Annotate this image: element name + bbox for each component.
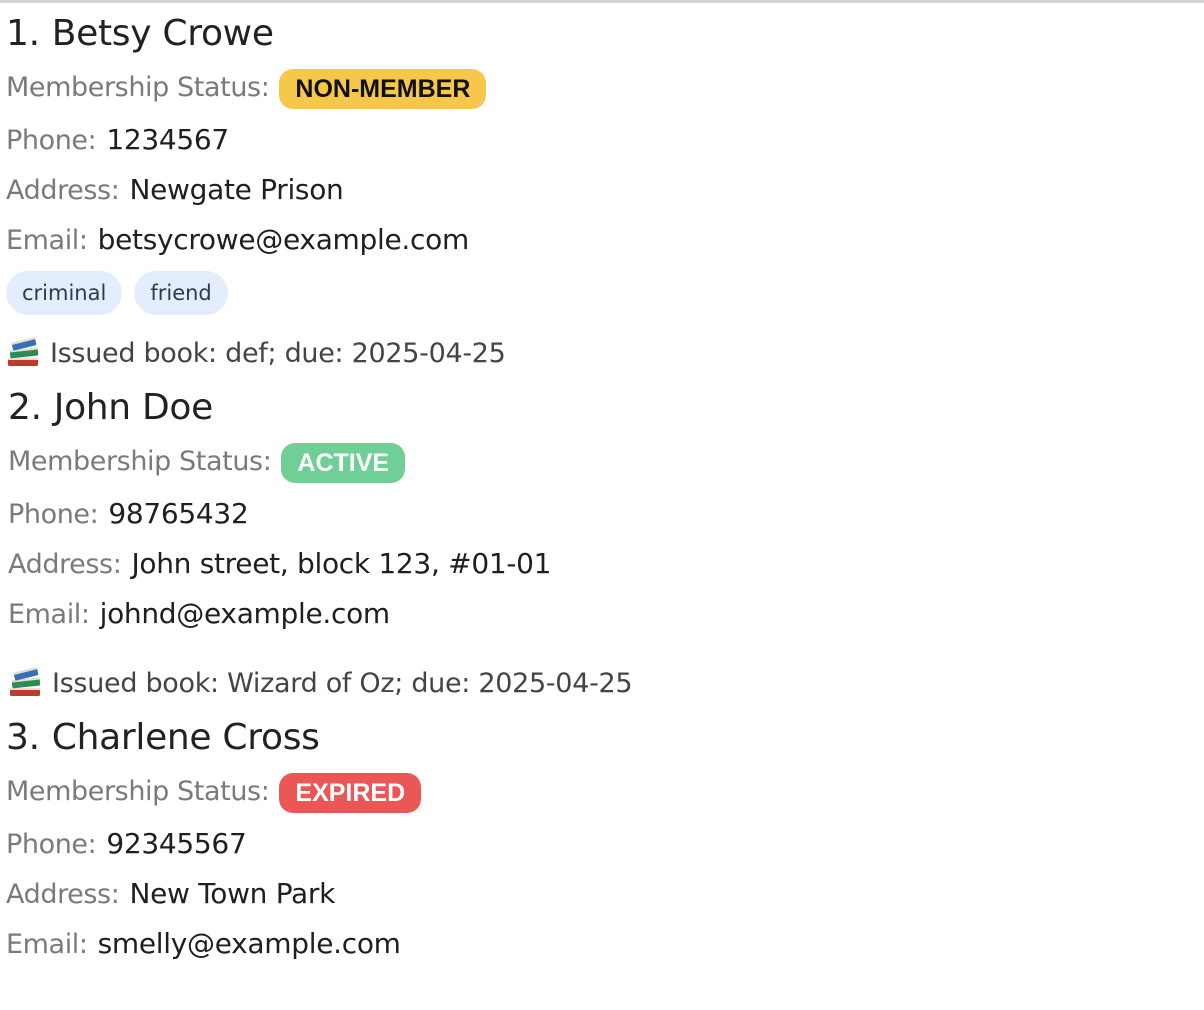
tag-list: criminal friend <box>6 271 240 315</box>
address-label: Address: <box>6 175 120 206</box>
phone-value: 98765432 <box>108 497 249 530</box>
membership-status-row: Membership Status: ACTIVE <box>8 442 406 483</box>
phone-value: 92345567 <box>106 827 247 860</box>
books-icon <box>6 336 40 368</box>
phone-row: Phone: 1234567 <box>6 123 229 157</box>
phone-row: Phone: 92345567 <box>6 827 247 861</box>
person-index: 1. <box>6 13 40 54</box>
email-row: Email: smelly@example.com <box>6 927 401 961</box>
phone-label: Phone: <box>6 829 97 860</box>
email-value: johnd@example.com <box>99 597 391 630</box>
person-name: 2. John Doe <box>8 388 213 428</box>
email-value: smelly@example.com <box>97 927 401 960</box>
email-row: Email: johnd@example.com <box>8 597 390 631</box>
phone-label: Phone: <box>8 499 99 530</box>
phone-row: Phone: 98765432 <box>8 497 249 531</box>
person-name-text: Betsy Crowe <box>51 13 274 54</box>
address-label: Address: <box>8 549 122 580</box>
phone-value: 1234567 <box>106 123 229 156</box>
phone-label: Phone: <box>6 125 97 156</box>
issued-book: Issued book: Wizard of Oz; due: 2025-04-… <box>8 666 633 701</box>
issued-book: Issued book: def; due: 2025-04-25 <box>6 336 506 371</box>
address-row: Address: New Town Park <box>6 877 335 911</box>
person-index: 2. <box>8 387 42 428</box>
person-name: 3. Charlene Cross <box>6 718 320 758</box>
person-index: 3. <box>6 717 40 758</box>
membership-status-label: Membership Status: <box>6 776 270 807</box>
address-value: New Town Park <box>129 877 336 910</box>
email-label: Email: <box>6 225 88 256</box>
membership-status-label: Membership Status: <box>6 72 270 103</box>
email-label: Email: <box>8 599 90 630</box>
email-row: Email: betsycrowe@example.com <box>6 223 469 257</box>
address-label: Address: <box>6 879 120 910</box>
person-name: 1. Betsy Crowe <box>6 14 274 54</box>
status-badge: EXPIRED <box>279 772 422 813</box>
issued-book-text: Issued book: Wizard of Oz; due: 2025-04-… <box>52 668 633 699</box>
books-icon <box>8 666 42 698</box>
membership-status-label: Membership Status: <box>8 446 272 477</box>
address-value: John street, block 123, #01-01 <box>131 547 552 580</box>
person-name-text: Charlene Cross <box>51 717 320 758</box>
tag-chip: friend <box>134 271 228 315</box>
person-name-text: John Doe <box>53 387 214 428</box>
membership-status-row: Membership Status: NON-MEMBER <box>6 68 487 109</box>
membership-status-row: Membership Status: EXPIRED <box>6 772 422 813</box>
address-row: Address: John street, block 123, #01-01 <box>8 547 551 581</box>
email-label: Email: <box>6 929 88 960</box>
status-badge: NON-MEMBER <box>279 68 487 109</box>
status-badge: ACTIVE <box>281 442 406 483</box>
address-row: Address: Newgate Prison <box>6 173 344 207</box>
address-value: Newgate Prison <box>129 173 344 206</box>
email-value: betsycrowe@example.com <box>97 223 470 256</box>
issued-book-text: Issued book: def; due: 2025-04-25 <box>50 338 506 369</box>
tag-chip: criminal <box>6 271 123 315</box>
